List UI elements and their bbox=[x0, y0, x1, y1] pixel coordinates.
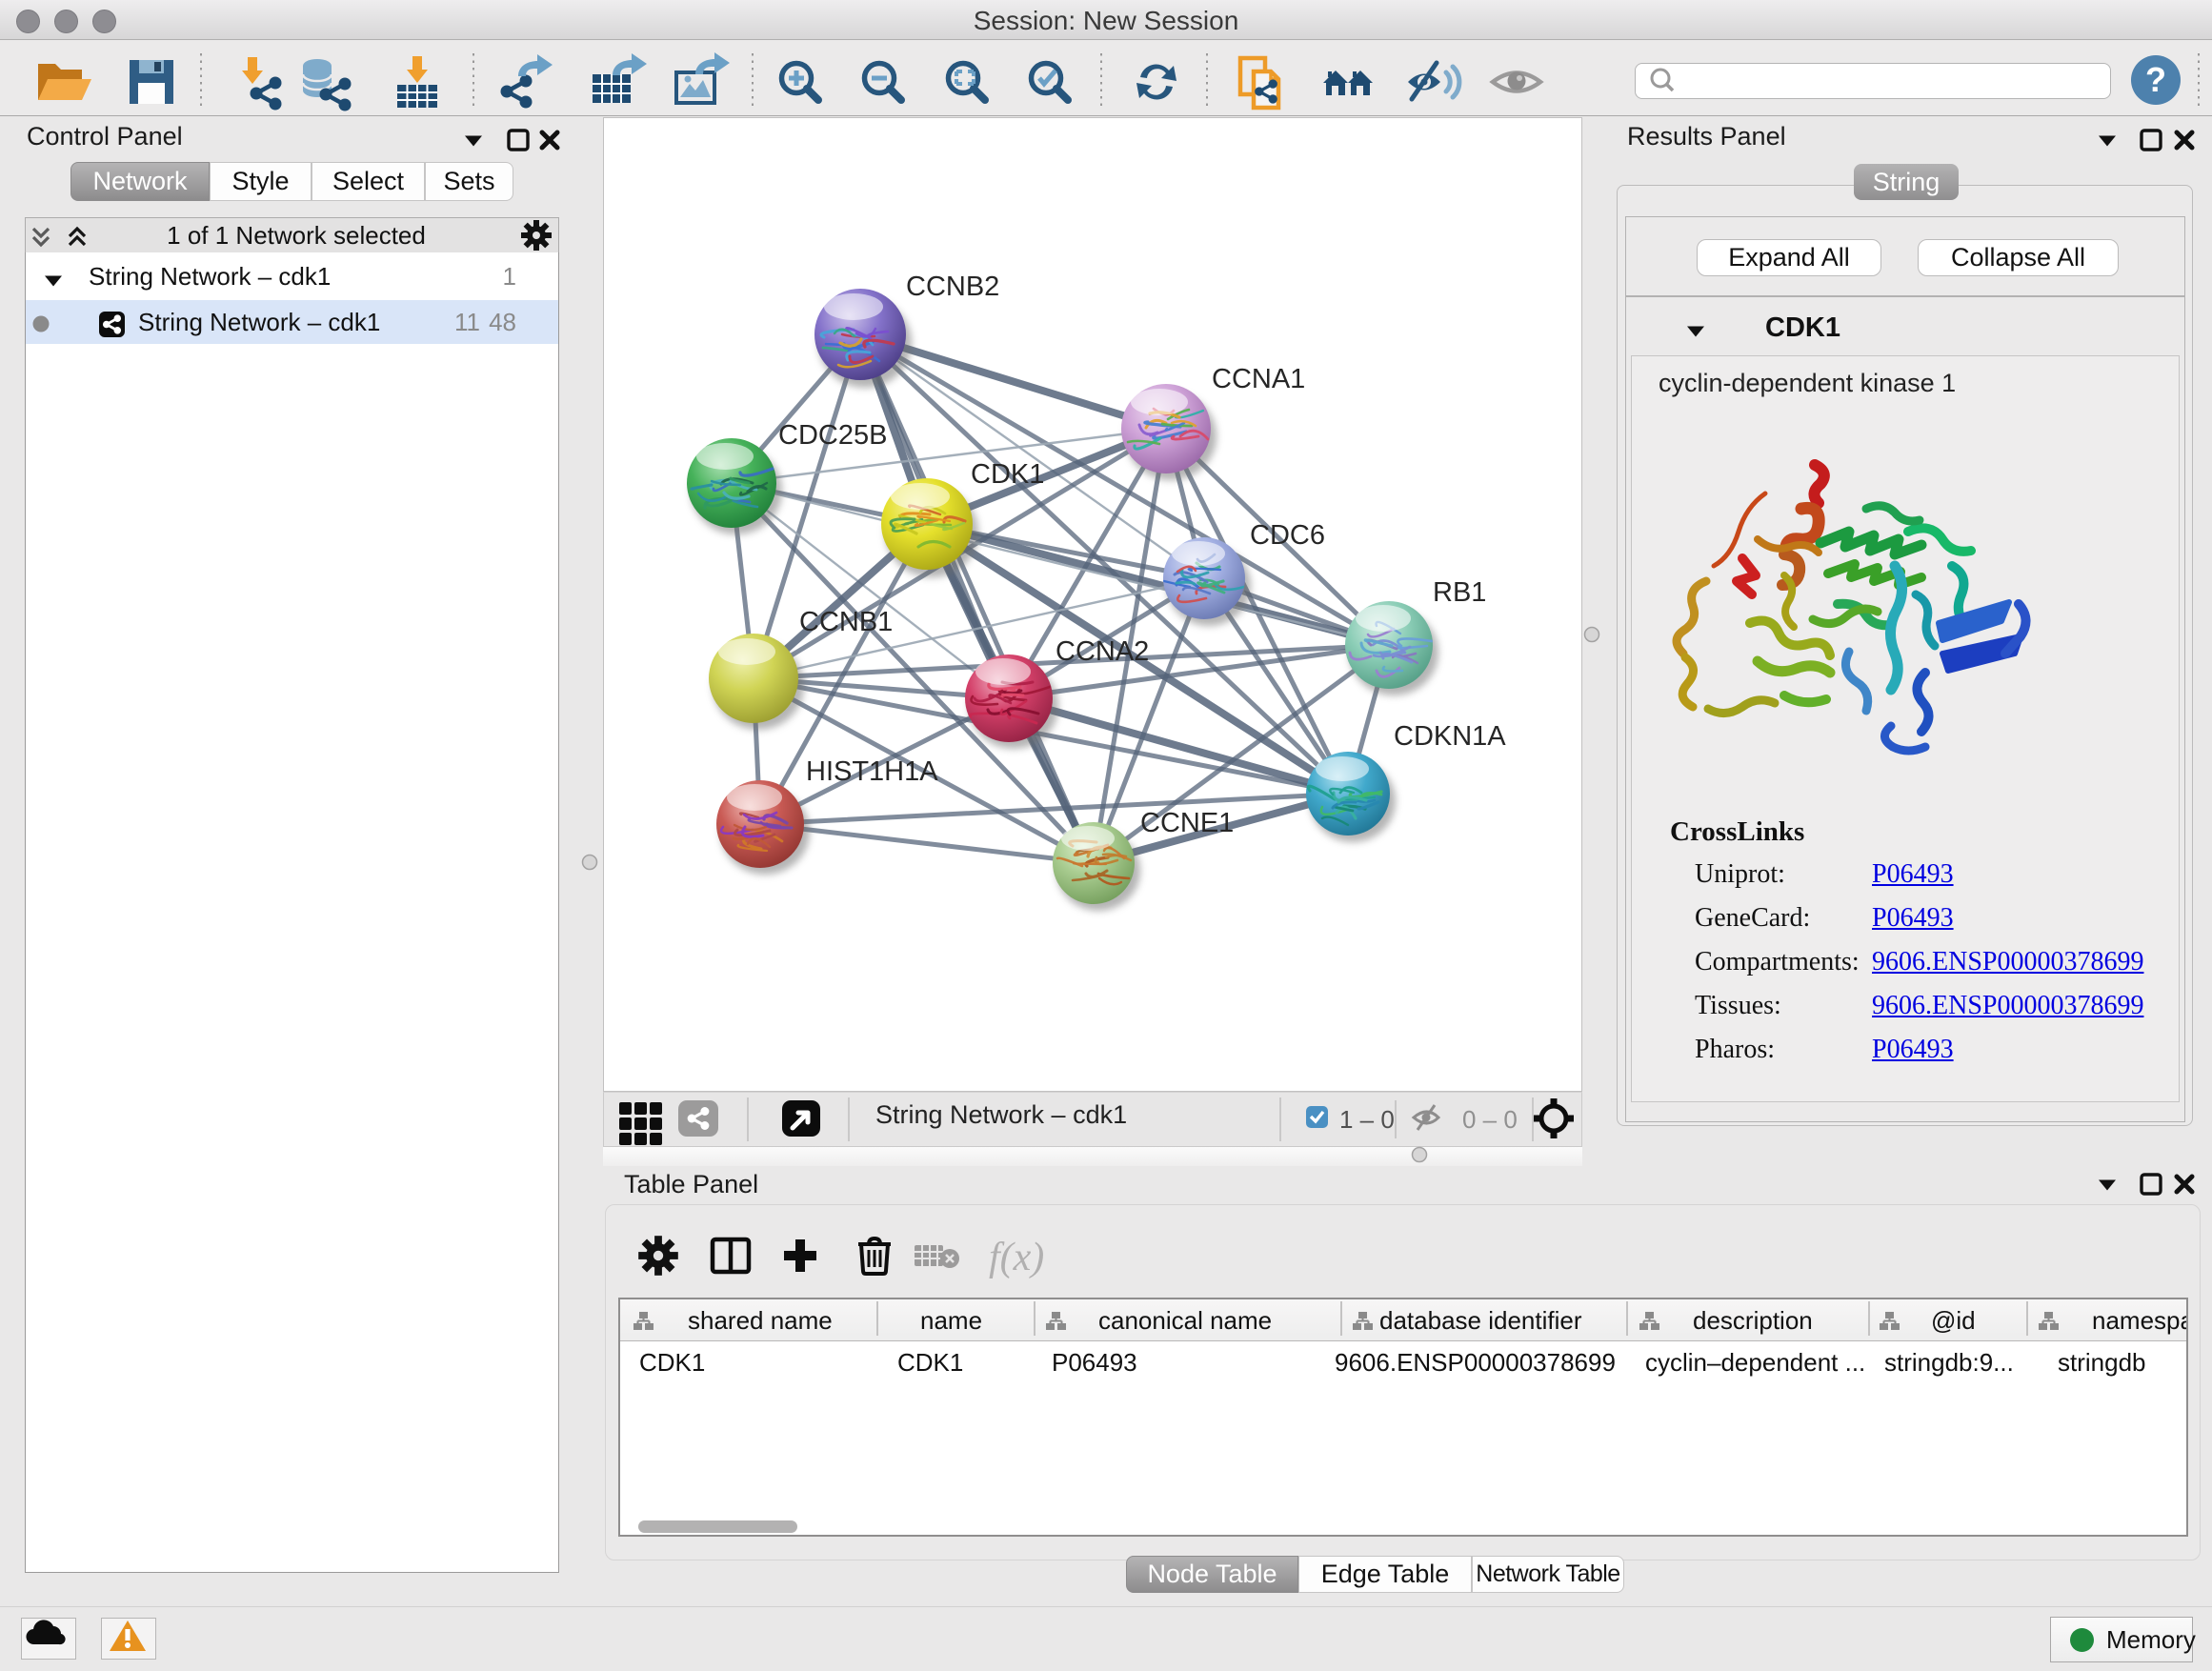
svg-text:CCNA2: CCNA2 bbox=[1056, 636, 1149, 667]
svg-text:HIST1H1A: HIST1H1A bbox=[806, 756, 938, 787]
svg-text:?: ? bbox=[2145, 60, 2166, 99]
svg-text:CDK1: CDK1 bbox=[971, 459, 1044, 490]
svg-text:CCNE1: CCNE1 bbox=[1140, 808, 1234, 838]
svg-text:CDC6: CDC6 bbox=[1250, 520, 1325, 551]
svg-text:CCNB1: CCNB1 bbox=[799, 607, 893, 637]
svg-text:CDC25B: CDC25B bbox=[778, 420, 887, 451]
svg-text:RB1: RB1 bbox=[1433, 577, 1486, 608]
svg-text:CCNA1: CCNA1 bbox=[1212, 364, 1305, 394]
svg-text:CCNB2: CCNB2 bbox=[906, 272, 999, 302]
svg-text:CDKN1A: CDKN1A bbox=[1394, 721, 1506, 752]
